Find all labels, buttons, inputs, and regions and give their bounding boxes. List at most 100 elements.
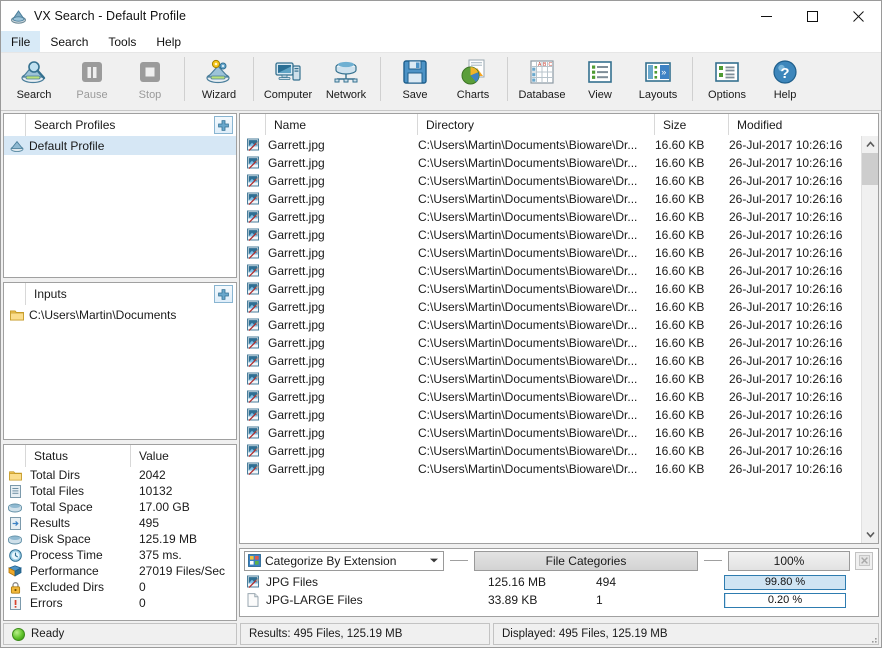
column-header-directory[interactable]: Directory [418, 114, 655, 135]
file-row[interactable]: Garrett.jpg C:\Users\Martin\Documents\Bio… [240, 280, 861, 298]
folder-icon [8, 309, 26, 321]
file-row-modified: 26-Jul-2017 10:26:16 [729, 156, 843, 170]
file-row[interactable]: Garrett.jpg C:\Users\Martin\Documents\Bio… [240, 208, 861, 226]
blank-file-icon [240, 593, 266, 607]
category-row-count: 1 [596, 593, 603, 607]
profile-list-item[interactable]: Default Profile [4, 136, 236, 155]
status-led-icon [12, 627, 25, 641]
value-column-header[interactable]: Value [131, 445, 169, 467]
status-row-label: Total Files [30, 484, 85, 498]
zoom-level-button[interactable]: 100% [728, 550, 850, 571]
file-row[interactable]: Garrett.jpg C:\Users\Martin\Documents\Bio… [240, 406, 861, 424]
categorize-icon [248, 554, 261, 567]
close-button[interactable] [835, 1, 881, 31]
jpg-file-icon [240, 210, 266, 224]
input-list-item[interactable]: C:\Users\Martin\Documents [4, 305, 236, 324]
categories-toolbar: Categorize By Extension File Categories … [240, 549, 878, 573]
column-header-size[interactable]: Size [655, 114, 729, 135]
file-row[interactable]: Garrett.jpg C:\Users\Martin\Documents\Bio… [240, 388, 861, 406]
file-row[interactable]: Garrett.jpg C:\Users\Martin\Documents\Bio… [240, 190, 861, 208]
file-row-modified: 26-Jul-2017 10:26:16 [729, 462, 843, 476]
file-list-rows[interactable]: Garrett.jpg C:\Users\Martin\Documents\Bio… [240, 136, 861, 543]
menu-tools[interactable]: Tools [98, 31, 146, 52]
menu-help[interactable]: Help [146, 31, 191, 52]
close-chart-button[interactable] [855, 551, 873, 570]
jpg-file-icon [240, 462, 266, 476]
resize-grip-icon[interactable] [868, 634, 878, 644]
status-row-value: 0 [139, 580, 146, 594]
scroll-thumb[interactable] [862, 153, 878, 185]
chevron-down-icon[interactable] [429, 552, 439, 570]
minimize-button[interactable] [743, 1, 789, 31]
toolbar-database-button[interactable]: A B C Database [513, 53, 571, 107]
category-row[interactable]: JPG-LARGE Files 33.89 KB 1 0.20 % [240, 591, 878, 609]
status-row: Excluded Dirs 0 [4, 579, 236, 595]
status-row-value: 10132 [139, 484, 173, 498]
file-row[interactable]: Garrett.jpg C:\Users\Martin\Documents\Bio… [240, 316, 861, 334]
file-row[interactable]: Garrett.jpg C:\Users\Martin\Documents\Bio… [240, 424, 861, 442]
file-categories-tab[interactable]: File Categories [474, 550, 698, 571]
jpg-file-icon [240, 354, 266, 368]
column-header-name[interactable]: Name [266, 114, 418, 135]
jpg-file-icon [240, 228, 266, 242]
file-row-directory: C:\Users\Martin\Documents\Bioware\Dr... [418, 390, 638, 404]
toolbar-view-button[interactable]: View [571, 53, 629, 107]
svg-text:»: » [661, 67, 666, 77]
file-row[interactable]: Garrett.jpg C:\Users\Martin\Documents\Bio… [240, 298, 861, 316]
file-row[interactable]: Garrett.jpg C:\Users\Martin\Documents\Bio… [240, 370, 861, 388]
jpg-file-icon [240, 390, 266, 404]
file-icon [4, 484, 26, 498]
status-summary-rows: Total Dirs 2042 Total Files 10132 Total … [4, 467, 236, 611]
toolbar-computer-button[interactable]: Computer [259, 53, 317, 107]
maximize-button[interactable] [789, 1, 835, 31]
toolbar-computer-label: Computer [263, 89, 313, 101]
file-row[interactable]: Garrett.jpg C:\Users\Martin\Documents\Bio… [240, 226, 861, 244]
toolbar-stop-button[interactable]: Stop [121, 53, 179, 107]
toolbar-layouts-button[interactable]: » Layouts [629, 53, 687, 107]
file-categories-rows[interactable]: JPG Files 125.16 MB 494 99.80 % JPG-LARGE Fi… [240, 573, 878, 616]
file-row[interactable]: Garrett.jpg C:\Users\Martin\Documents\Bio… [240, 172, 861, 190]
toolbar-help-button[interactable]: ? Help [756, 53, 814, 107]
header-gutter [4, 283, 26, 305]
file-row[interactable]: Garrett.jpg C:\Users\Martin\Documents\Bio… [240, 262, 861, 280]
category-row-size: 33.89 KB [488, 593, 538, 607]
toolbar-wizard-button[interactable]: Wizard [190, 53, 248, 107]
file-row-directory: C:\Users\Martin\Documents\Bioware\Dr... [418, 282, 638, 296]
category-row[interactable]: JPG Files 125.16 MB 494 99.80 % [240, 573, 878, 591]
add-profile-button[interactable] [214, 116, 233, 134]
toolbar-network-button[interactable]: Network [317, 53, 375, 107]
file-row[interactable]: Garrett.jpg C:\Users\Martin\Documents\Bio… [240, 334, 861, 352]
toolbar-options-button[interactable]: Options [698, 53, 756, 107]
search-profiles-list[interactable]: Default Profile [4, 136, 236, 277]
toolbar-charts-button[interactable]: Charts [444, 53, 502, 107]
file-row[interactable]: Garrett.jpg C:\Users\Martin\Documents\Bio… [240, 244, 861, 262]
file-list-scrollbar[interactable] [861, 136, 878, 543]
file-row-directory: C:\Users\Martin\Documents\Bioware\Dr... [418, 192, 638, 206]
file-categories-panel: Categorize By Extension File Categories … [239, 548, 879, 617]
file-row[interactable]: Garrett.jpg C:\Users\Martin\Documents\Bio… [240, 154, 861, 172]
inputs-list[interactable]: C:\Users\Martin\Documents [4, 305, 236, 439]
scroll-track[interactable] [862, 153, 878, 526]
toolbar-pause-button[interactable]: Pause [63, 53, 121, 107]
status-row: Process Time 375 ms. [4, 547, 236, 563]
scroll-up-arrow-icon[interactable] [862, 136, 878, 153]
add-input-button[interactable] [214, 285, 233, 303]
column-header-modified[interactable]: Modified [729, 114, 861, 135]
toolbar-save-button[interactable]: Save [386, 53, 444, 107]
menu-file[interactable]: File [1, 31, 41, 52]
file-row-name: Garrett.jpg [268, 444, 325, 458]
toolbar-search-label: Search [16, 89, 52, 101]
file-row[interactable]: Garrett.jpg C:\Users\Martin\Documents\Bio… [240, 352, 861, 370]
file-row[interactable]: Garrett.jpg C:\Users\Martin\Documents\Bio… [240, 442, 861, 460]
status-column-header[interactable]: Status [26, 445, 131, 467]
toolbar-layouts-label: Layouts [638, 89, 678, 101]
file-row-name: Garrett.jpg [268, 462, 325, 476]
scroll-down-arrow-icon[interactable] [862, 526, 878, 543]
toolbar-search-button[interactable]: Search [5, 53, 63, 107]
categorize-mode-select[interactable]: Categorize By Extension [244, 550, 444, 571]
zoom-level-label: 100% [773, 553, 805, 568]
database-grid-icon: A B C [526, 56, 558, 88]
menu-search[interactable]: Search [40, 31, 98, 52]
file-row[interactable]: Garrett.jpg C:\Users\Martin\Documents\Bio… [240, 460, 861, 478]
file-row[interactable]: Garrett.jpg C:\Users\Martin\Documents\Bio… [240, 136, 861, 154]
